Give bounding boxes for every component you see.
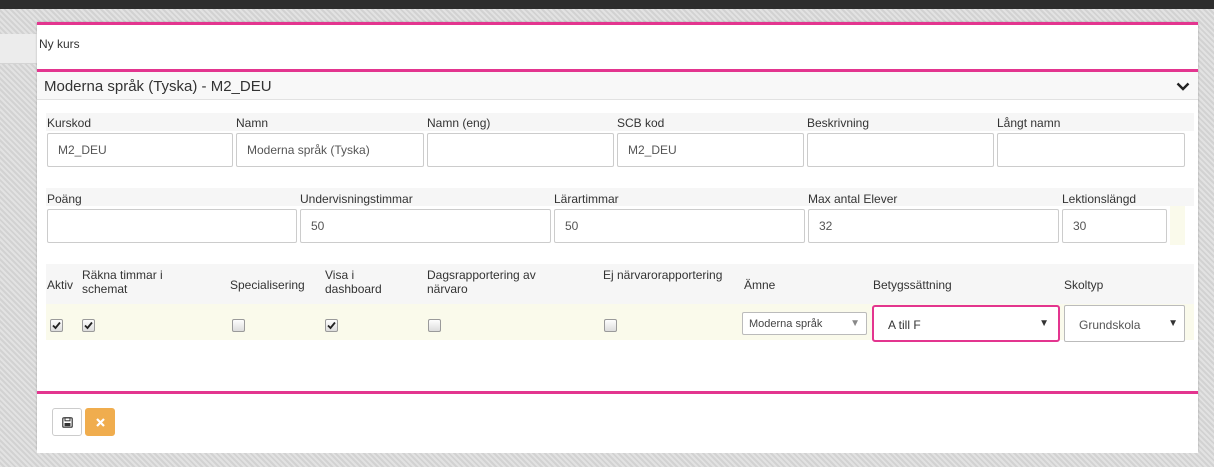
header-scb-kod: SCB kod [617, 116, 665, 130]
undervisningstimmar-field[interactable]: 50 [300, 209, 551, 243]
header-max-antal-elever: Max antal Elever [808, 192, 898, 206]
header-rakna-timmar: Räkna timmar i schemat [82, 268, 163, 296]
aktiv-checkbox[interactable] [50, 319, 63, 332]
header-langt-namn: Långt namn [997, 116, 1061, 130]
betygssattning-select[interactable]: A till F ▼ [872, 305, 1060, 342]
skoltyp-select-value: Grundskola [1079, 318, 1141, 332]
ej-narvaro-checkbox[interactable] [604, 319, 617, 332]
betygssattning-select-value: A till F [888, 318, 921, 332]
caret-down-icon: ▼ [850, 318, 860, 329]
max-antal-elever-field[interactable]: 32 [808, 209, 1059, 243]
panel-title: Moderna språk (Tyska) - M2_DEU [44, 78, 272, 95]
larartimmar-field[interactable]: 50 [554, 209, 805, 243]
row2-header-band [46, 188, 1194, 206]
header-aktiv: Aktiv [47, 278, 74, 292]
background-tab-strip [0, 34, 38, 64]
namn-field[interactable]: Moderna språk (Tyska) [236, 133, 424, 167]
caret-down-icon: ▼ [1039, 318, 1049, 329]
scb-kod-field[interactable]: M2_DEU [617, 133, 804, 167]
amne-select-value: Moderna språk [749, 318, 823, 330]
top-bar [0, 0, 1214, 9]
row2-edge [1170, 206, 1185, 245]
cancel-button[interactable] [85, 408, 115, 436]
kurskod-field[interactable]: M2_DEU [47, 133, 233, 167]
header-beskrivning: Beskrivning [807, 116, 870, 130]
poang-field[interactable] [47, 209, 297, 243]
header-betygssattning: Betygssättning [873, 278, 952, 292]
course-panel-header[interactable]: Moderna språk (Tyska) - M2_DEU [37, 69, 1198, 100]
dialog-title: Ny kurs [39, 37, 80, 51]
skoltyp-select[interactable]: Grundskola ▼ [1064, 305, 1185, 342]
dialog-footer [37, 391, 1198, 453]
beskrivning-field[interactable] [807, 133, 994, 167]
specialisering-checkbox[interactable] [232, 319, 245, 332]
visa-dashboard-checkbox[interactable] [325, 319, 338, 332]
dagsrapportering-checkbox[interactable] [428, 319, 441, 332]
close-icon [96, 418, 105, 427]
caret-down-icon: ▼ [1168, 318, 1178, 329]
lektionslangd-field[interactable]: 30 [1062, 209, 1167, 243]
header-lektionslangd: Lektionslängd [1062, 192, 1137, 206]
save-button[interactable] [52, 408, 82, 436]
header-undervisningstimmar: Undervisningstimmar [300, 192, 413, 206]
rakna-timmar-checkbox[interactable] [82, 319, 95, 332]
header-skoltyp: Skoltyp [1064, 278, 1104, 292]
header-visa-dashboard: Visa i dashboard [325, 268, 382, 296]
langt-namn-field[interactable] [997, 133, 1185, 167]
namn-eng-field[interactable] [427, 133, 614, 167]
header-specialisering: Specialisering [230, 278, 305, 292]
header-kurskod: Kurskod [47, 116, 92, 130]
new-course-dialog: Ny kurs Moderna språk (Tyska) - M2_DEU K… [37, 22, 1198, 453]
header-namn-eng: Namn (eng) [427, 116, 491, 130]
amne-select[interactable]: Moderna språk ▼ [742, 312, 867, 335]
header-namn: Namn [236, 116, 269, 130]
chevron-down-icon[interactable] [1175, 78, 1191, 94]
header-larartimmar: Lärartimmar [554, 192, 619, 206]
header-poang: Poäng [47, 192, 82, 206]
header-dagsrapportering: Dagsrapportering av närvaro [427, 268, 536, 296]
header-ej-narvaro: Ej närvarorapportering [603, 268, 723, 282]
header-amne: Ämne [744, 278, 776, 292]
floppy-disk-icon [62, 417, 73, 428]
